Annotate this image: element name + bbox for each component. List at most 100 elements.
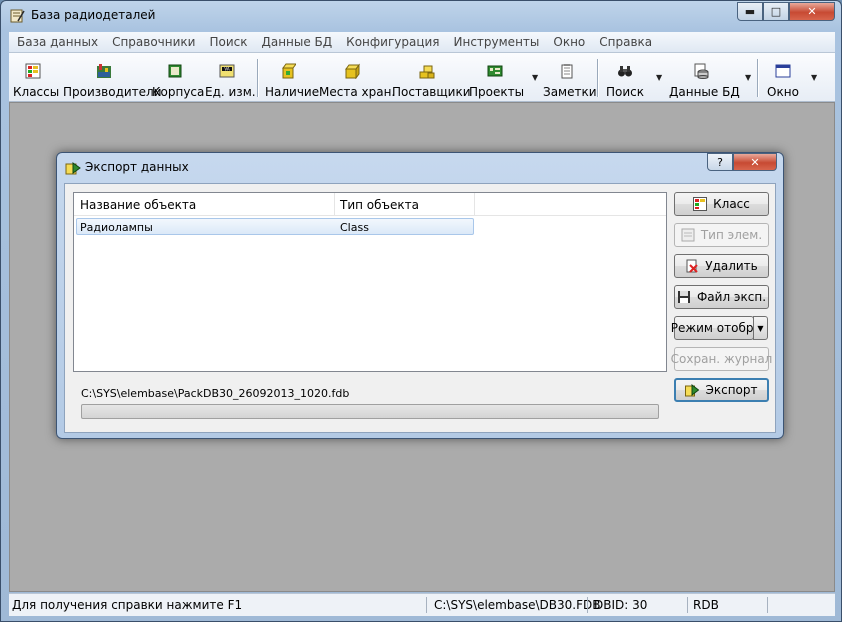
search-dropdown-arrow-icon: ▼ — [656, 73, 663, 82]
list-header: Название объекта Тип объекта — [74, 193, 666, 216]
window-icon — [775, 64, 791, 78]
export-button[interactable]: Экспорт — [674, 378, 769, 402]
toolbar-packages-button[interactable]: Корпуса — [152, 57, 205, 99]
elem-type-button[interactable]: Тип элем. — [674, 223, 769, 247]
menu-db-data[interactable]: Данные БД — [254, 35, 339, 49]
export-progress-bar — [81, 404, 659, 419]
class-button[interactable]: Класс — [674, 192, 769, 216]
menu-help[interactable]: Справка — [592, 35, 659, 49]
export-objects-list[interactable]: Название объекта Тип объекта Радиолампы … — [73, 192, 667, 372]
display-mode-button[interactable]: Режим отобр. — [671, 316, 757, 340]
minimize-button[interactable]: ▬ — [737, 2, 763, 21]
export-file-button[interactable]: Файл эксп. — [674, 285, 769, 309]
floppy-disk-icon — [677, 291, 690, 303]
database-icon — [694, 63, 709, 79]
toolbar-storage-label: Места хран. — [319, 85, 396, 99]
toolbar-packages-label: Корпуса — [152, 85, 205, 99]
menu-configuration[interactable]: Конфигурация — [339, 35, 446, 49]
class-button-label: Класс — [713, 197, 750, 211]
status-help-text: Для получения справки нажмите F1 — [12, 598, 243, 612]
export-button-label: Экспорт — [705, 383, 758, 397]
toolbar-window-label: Окно — [767, 85, 799, 99]
status-separator — [687, 597, 688, 613]
toolbar-notes-button[interactable]: Заметки — [543, 57, 597, 99]
toolbar-stock-button[interactable]: Наличие — [265, 57, 320, 99]
toolbar-suppliers-button[interactable]: Поставщики — [392, 57, 471, 99]
classes-icon — [25, 63, 41, 79]
classes-icon — [693, 197, 708, 211]
column-header-type[interactable]: Тип объекта — [340, 198, 419, 212]
title-bar[interactable]: База радиодеталей ▬ □ ✕ — [1, 1, 841, 31]
notes-icon — [561, 64, 573, 79]
column-header-name[interactable]: Название объекта — [80, 198, 196, 212]
toolbar-dbdata-button[interactable]: Данные БД — [669, 57, 740, 99]
dbdata-dropdown-arrow-icon: ▼ — [745, 73, 752, 82]
close-button[interactable]: ✕ — [789, 2, 835, 21]
manufacturers-icon — [97, 64, 111, 78]
export-icon — [685, 383, 700, 397]
search-dropdown-button[interactable]: ▼ — [651, 57, 663, 97]
dbdata-dropdown-button[interactable]: ▼ — [740, 57, 752, 97]
stock-box-icon — [282, 63, 297, 79]
storage-box-icon — [345, 63, 360, 80]
toolbar-separator — [757, 59, 758, 97]
display-mode-button-label: Режим отобр. — [670, 321, 758, 335]
export-file-button-label: Файл эксп. — [696, 290, 767, 304]
delete-button-label: Удалить — [705, 259, 758, 273]
projects-board-icon — [487, 65, 503, 77]
toolbar-separator — [597, 59, 598, 97]
status-db-path: C:\SYS\elembase\DB30.FDB — [434, 598, 601, 612]
table-row[interactable]: Радиолампы Class — [76, 218, 474, 235]
window-dropdown-arrow-icon: ▼ — [811, 73, 818, 82]
toolbar-search-label: Поиск — [605, 85, 644, 99]
dialog-body: Название объекта Тип объекта Радиолампы … — [64, 183, 776, 433]
column-separator[interactable] — [334, 193, 335, 215]
status-mode: RDB — [693, 598, 719, 612]
display-mode-dropdown-button[interactable]: ▼ — [753, 316, 768, 340]
save-log-button-label: Сохран. журнал — [670, 352, 773, 366]
toolbar-notes-label: Заметки — [543, 85, 597, 99]
dialog-close-button[interactable]: ✕ — [733, 153, 777, 171]
chip-icon — [168, 64, 182, 78]
delete-button[interactable]: Удалить — [674, 254, 769, 278]
toolbar-units-button[interactable]: VA Ед. изм. — [205, 57, 256, 99]
row-name-cell: Радиолампы — [80, 221, 153, 234]
menu-references[interactable]: Справочники — [105, 35, 202, 49]
row-type-cell: Class — [340, 221, 369, 234]
menu-bar: База данных Справочники Поиск Данные БД … — [9, 32, 835, 53]
toolbar-manufacturers-button[interactable]: Производители — [63, 57, 162, 99]
toolbar-storage-button[interactable]: Места хран. — [319, 57, 396, 99]
column-separator[interactable] — [474, 193, 475, 215]
app-book-icon[interactable] — [9, 8, 25, 24]
menu-search[interactable]: Поиск — [202, 35, 254, 49]
toolbar-classes-button[interactable]: Классы — [13, 57, 60, 99]
maximize-button[interactable]: □ — [763, 2, 789, 21]
toolbar-suppliers-label: Поставщики — [392, 85, 471, 99]
menu-database[interactable]: База данных — [9, 35, 105, 49]
status-separator — [767, 597, 768, 613]
menu-tools[interactable]: Инструменты — [447, 35, 547, 49]
projects-dropdown-button[interactable]: ▼ — [527, 57, 539, 97]
toolbar-stock-label: Наличие — [265, 85, 320, 99]
toolbar-classes-label: Классы — [13, 85, 60, 99]
toolbar-search-button[interactable]: Поиск — [605, 57, 645, 99]
export-icon — [65, 162, 81, 175]
dialog-title: Экспорт данных — [85, 160, 189, 174]
window-title: База радиодеталей — [31, 8, 156, 22]
toolbar-window-button[interactable]: Окно — [765, 57, 801, 99]
toolbar-units-label: Ед. изм. — [205, 85, 256, 99]
save-log-button[interactable]: Сохран. журнал — [671, 347, 772, 371]
status-separator — [426, 597, 427, 613]
projects-dropdown-arrow-icon: ▼ — [532, 73, 539, 82]
delete-document-icon — [686, 259, 698, 273]
toolbar-manufacturers-label: Производители — [63, 85, 162, 99]
export-file-path: C:\SYS\elembase\PackDB30_26092013_1020.f… — [81, 387, 350, 400]
dialog-help-button[interactable]: ? — [707, 153, 733, 171]
toolbar-projects-button[interactable]: Проекты — [469, 57, 524, 99]
menu-window[interactable]: Окно — [546, 35, 592, 49]
toolbar: Классы Производители Корпуса VA Ед. изм.… — [9, 53, 835, 102]
suppliers-icon — [419, 65, 435, 79]
toolbar-dbdata-label: Данные БД — [669, 85, 740, 99]
window-dropdown-button[interactable]: ▼ — [806, 57, 818, 97]
status-bar: Для получения справки нажмите F1 C:\SYS\… — [9, 593, 835, 616]
